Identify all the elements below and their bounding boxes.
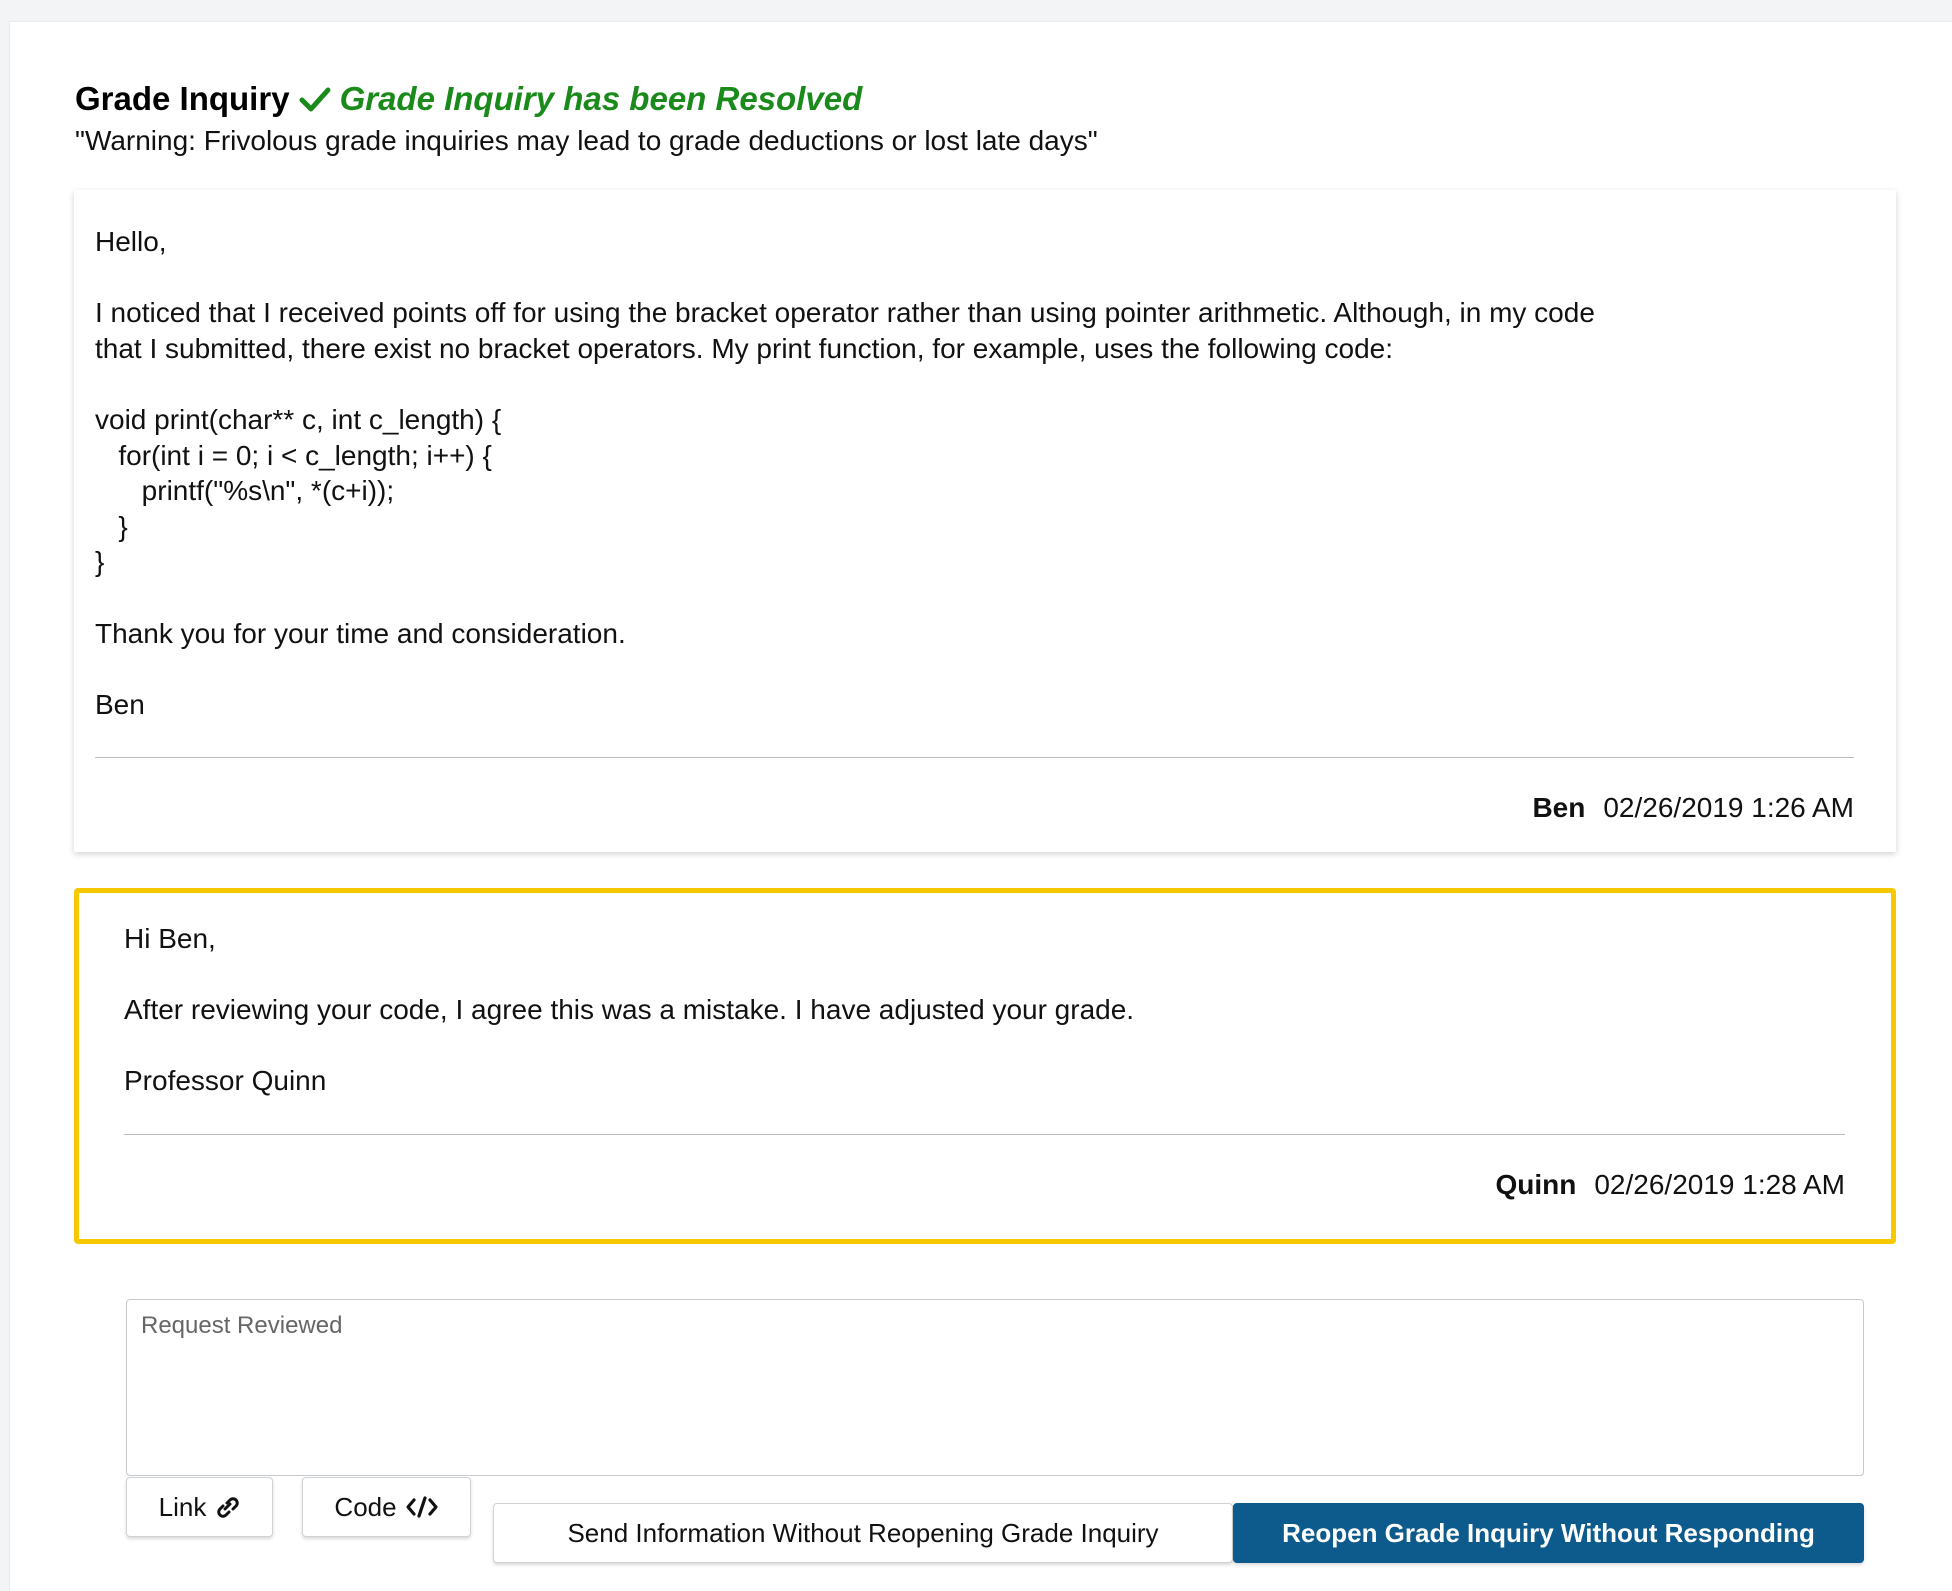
post-line: I noticed that I received points off for… (95, 297, 1595, 329)
link-icon (214, 1494, 240, 1520)
page-title: Grade Inquiry (75, 80, 290, 117)
post-author: Quinn (1495, 1168, 1577, 1200)
code-button-label: Code (334, 1491, 397, 1522)
post-author: Ben (1532, 792, 1586, 824)
post-line: Thank you for your time and consideratio… (95, 617, 626, 649)
resolved-status: Grade Inquiry has been Resolved (339, 80, 863, 117)
post-line: After reviewing your code, I agree this … (124, 994, 1135, 1026)
post-divider (95, 757, 1854, 759)
title-row: Grade Inquiry Grade Inquiry has been Res… (75, 77, 1912, 121)
reopen-button-label: Reopen Grade Inquiry Without Responding (1282, 1517, 1815, 1548)
code-line: for(int i = 0; i < c_length; i++) { (95, 439, 492, 471)
post-line: Professor Quinn (124, 1065, 327, 1097)
student-post: Hello, I noticed that I received points … (74, 190, 1896, 852)
code-line: } (95, 510, 128, 542)
post-body: Hello, I noticed that I received points … (95, 224, 1854, 722)
code-icon (405, 1494, 439, 1520)
reply-textarea[interactable] (126, 1299, 1864, 1476)
post-line: Hi Ben, (124, 923, 216, 954)
insert-link-button[interactable]: Link (126, 1477, 273, 1537)
grade-inquiry-header: Grade Inquiry Grade Inquiry has been Res… (75, 77, 1912, 157)
reopen-grade-inquiry-button[interactable]: Reopen Grade Inquiry Without Responding (1233, 1503, 1864, 1563)
post-line: Ben (95, 688, 145, 720)
post-timestamp: 02/26/2019 1:28 AM (1594, 1168, 1845, 1200)
code-line: void print(char** c, int c_length) { (95, 403, 502, 435)
warning-text: "Warning: Frivolous grade inquiries may … (75, 125, 1098, 156)
post-line: Hello, (95, 226, 167, 257)
send-without-reopening-button[interactable]: Send Information Without Reopening Grade… (493, 1503, 1233, 1563)
post-timestamp: 02/26/2019 1:26 AM (1603, 792, 1854, 824)
post-meta: Ben 02/26/2019 1:26 AM (95, 792, 1854, 824)
post-meta: Quinn 02/26/2019 1:28 AM (124, 1169, 1845, 1201)
post-divider (124, 1133, 1845, 1135)
checkmark-icon (298, 82, 332, 116)
page: Grade Inquiry Grade Inquiry has been Res… (10, 22, 1952, 1591)
post-body: Hi Ben, After reviewing your code, I agr… (124, 921, 1845, 1099)
insert-code-button[interactable]: Code (302, 1477, 471, 1537)
staff-post: Hi Ben, After reviewing your code, I agr… (74, 888, 1896, 1244)
code-line: printf("%s\n", *(c+i)); (95, 475, 395, 507)
post-line: that I submitted, there exist no bracket… (95, 332, 1393, 364)
send-button-label: Send Information Without Reopening Grade… (567, 1517, 1159, 1548)
link-button-label: Link (158, 1491, 207, 1522)
code-line: } (95, 546, 105, 578)
